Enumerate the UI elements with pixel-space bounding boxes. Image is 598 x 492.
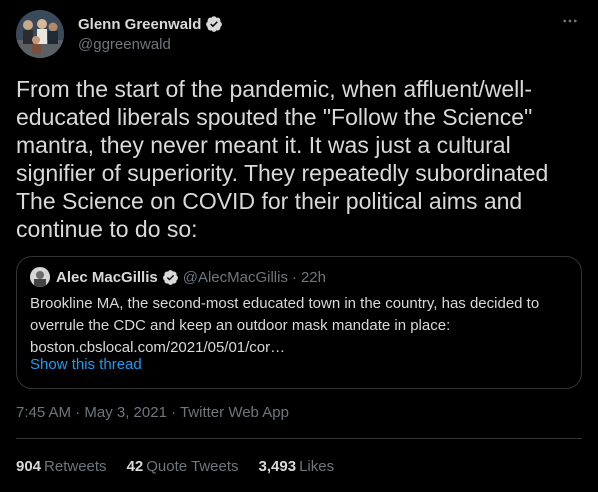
quoted-author-name: Alec MacGillis [56, 268, 158, 286]
quoted-author-handle: @AlecMacGillis [182, 268, 288, 286]
verified-badge-icon [162, 269, 179, 286]
more-horizontal-icon[interactable] [558, 12, 582, 36]
tweet-text: From the start of the pandemic, when aff… [16, 76, 549, 242]
quoted-author-avatar [30, 267, 50, 287]
likes-stat[interactable]: 3,493 Likes [259, 458, 335, 475]
author-name[interactable]: Glenn Greenwald [78, 16, 201, 33]
quoted-tweet[interactable]: Alec MacGillis @AlecMacGillis · 22h Broo… [16, 256, 582, 389]
quote-tweets-count: 42 [126, 458, 144, 475]
verified-badge-icon [205, 15, 223, 33]
tweet-stats: 904 Retweets 42 Quote Tweets 3,493 Likes [16, 458, 354, 475]
author-name-row: Glenn Greenwald [78, 15, 223, 33]
show-thread-link[interactable]: Show this thread [30, 356, 142, 373]
quoted-tweet-text: Brookline MA, the second-most educated t… [30, 295, 540, 356]
quote-tweets-stat[interactable]: 42 Quote Tweets [127, 458, 239, 475]
retweets-count: 904 [16, 458, 42, 475]
retweets-label: Retweets [44, 458, 107, 475]
quote-tweets-label: Quote Tweets [146, 458, 239, 475]
quoted-time: 22h [300, 268, 326, 286]
likes-label: Likes [299, 458, 335, 475]
author-avatar[interactable] [16, 10, 64, 58]
quoted-tweet-header: Alec MacGillis @AlecMacGillis · 22h [30, 267, 326, 287]
tweet-timestamp[interactable]: 7:45 AM · May 3, 2021 · Twitter Web App [16, 404, 289, 421]
retweets-stat[interactable]: 904 Retweets [16, 458, 107, 475]
quoted-separator: · [291, 268, 297, 286]
tweet-header: Glenn Greenwald @ggreenwald [16, 10, 582, 60]
likes-count: 3,493 [258, 458, 297, 475]
author-handle[interactable]: @ggreenwald [78, 36, 171, 53]
divider [16, 438, 582, 439]
